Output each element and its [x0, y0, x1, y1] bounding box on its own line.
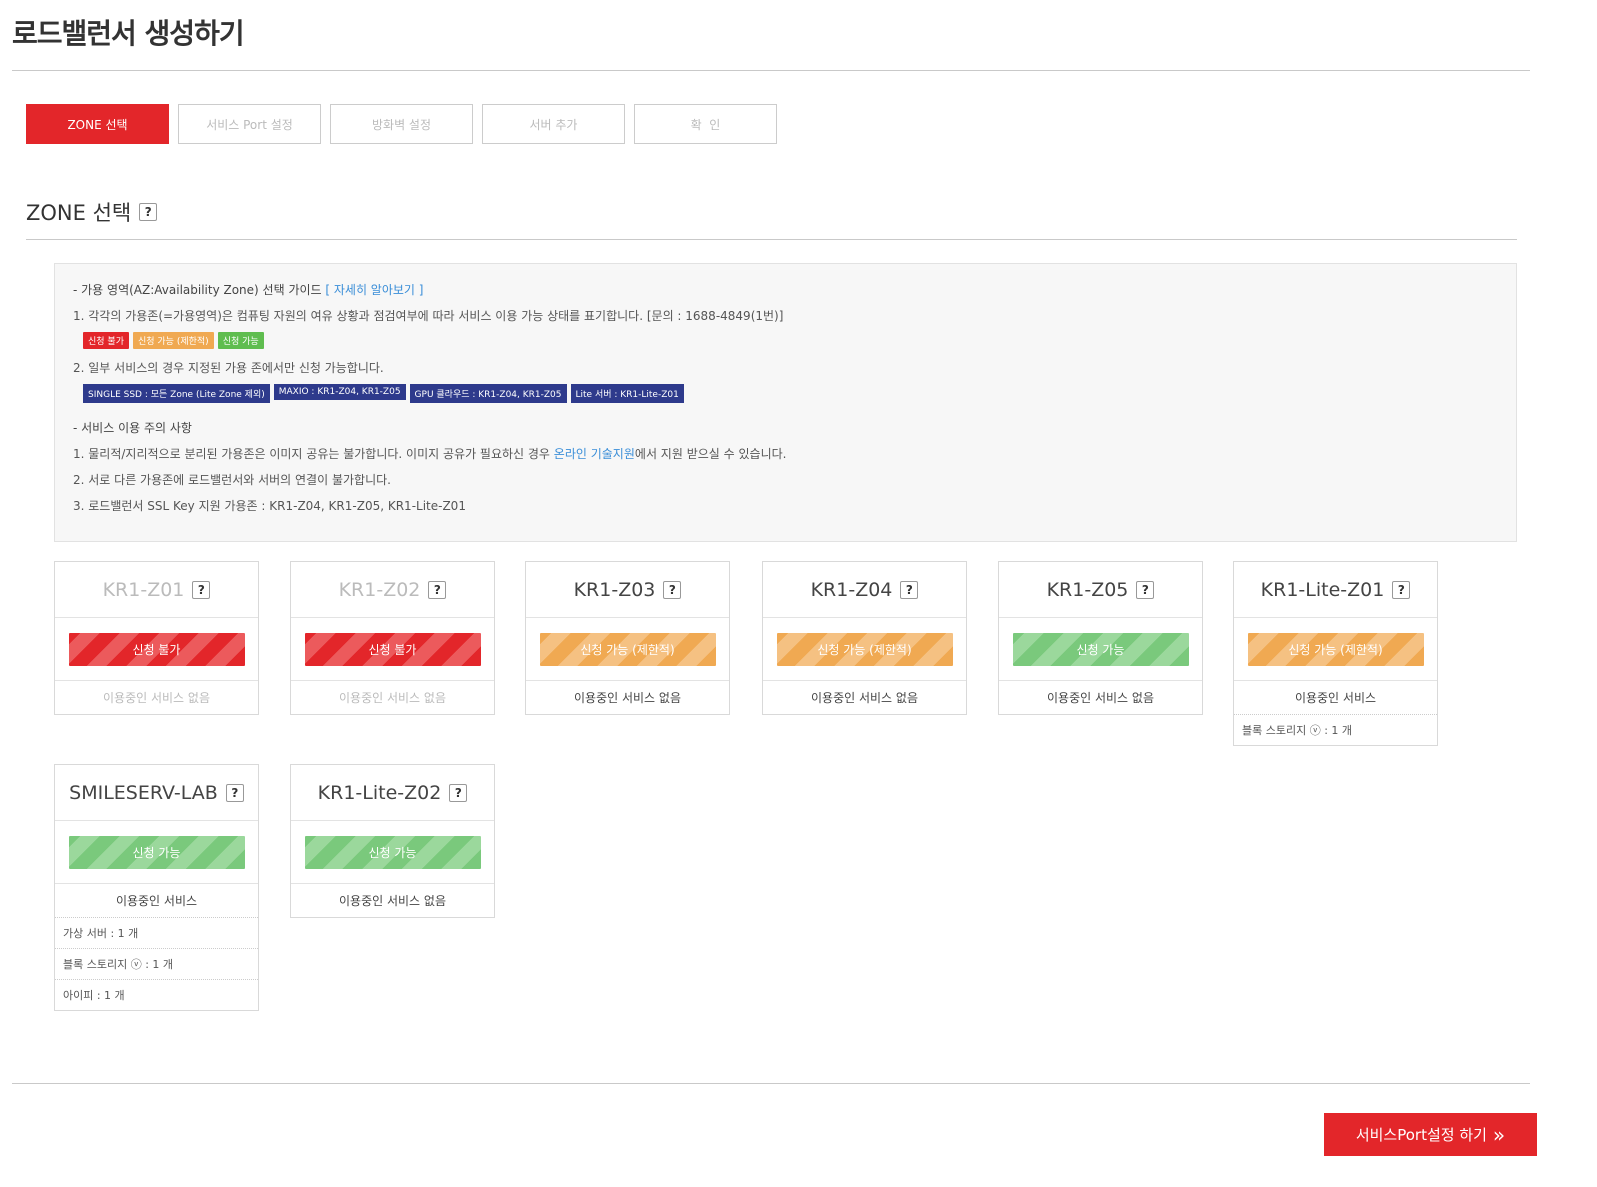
service-item: 블록 스토리지 ⓥ : 1 개: [55, 948, 258, 979]
zone-card-kr1-z01: KR1-Z01? 신청 불가 이용중인 서비스 없음: [54, 561, 259, 715]
caution-line-3: 3. 로드밸런서 SSL Key 지원 가용존 : KR1-Z04, KR1-Z…: [73, 499, 466, 513]
divider: [12, 70, 1530, 71]
tech-support-link[interactable]: 온라인 기술지원: [554, 447, 635, 461]
zone-card-kr1-lite-z02: KR1-Lite-Z02? 신청 가능 이용중인 서비스 없음: [290, 764, 495, 918]
caution-heading: - 서비스 이용 주의 사항: [73, 421, 192, 435]
legend-unavailable-badge: 신청 불가: [83, 332, 129, 349]
zone-status-button[interactable]: 신청 가능 (제한적): [776, 632, 953, 666]
zone-service-label: 이용중인 서비스: [1294, 691, 1377, 705]
zone-name: KR1-Z02: [338, 578, 421, 601]
caution-1-text: 1. 물리적/지리적으로 분리된 가용존은 이미지 공유는 불가합니다. 이미지…: [73, 447, 554, 461]
zone-card-kr1-z05: KR1-Z05? 신청 가능 이용중인 서비스 없음: [998, 561, 1203, 715]
next-service-port-button[interactable]: 서비스Port설정 하기 »: [1324, 1113, 1537, 1156]
zone-status-button[interactable]: 신청 가능: [1012, 632, 1189, 666]
caution-line-1: 1. 물리적/지리적으로 분리된 가용존은 이미지 공유는 불가합니다. 이미지…: [73, 444, 1498, 470]
learn-more-link[interactable]: [ 자세히 알아보기 ]: [325, 283, 423, 297]
zone-status-button[interactable]: 신청 불가: [68, 632, 245, 666]
zone-name: KR1-Z03: [573, 578, 656, 601]
zone-card-header: SMILESERV-LAB?: [55, 765, 258, 821]
zone-service-label: 이용중인 서비스 없음: [1047, 691, 1154, 705]
step-zone-select[interactable]: ZONE 선택: [26, 104, 169, 144]
zone-badge-lite: Lite 서버 : KR1-Lite-Z01: [570, 384, 684, 403]
step-firewall[interactable]: 방화벽 설정: [330, 104, 473, 144]
zone-badge-single-ssd: SINGLE SSD : 모든 Zone (Lite Zone 제외): [83, 384, 270, 403]
zone-name: KR1-Lite-Z02: [317, 781, 442, 804]
zone-name: KR1-Z05: [1046, 578, 1129, 601]
zone-service-label: 이용중인 서비스 없음: [339, 691, 446, 705]
help-icon[interactable]: ?: [139, 203, 158, 221]
zone-card-kr1-z02: KR1-Z02? 신청 불가 이용중인 서비스 없음: [290, 561, 495, 715]
zone-card-kr1-lite-z01: KR1-Lite-Z01? 신청 가능 (제한적) 이용중인 서비스 블록 스토…: [1233, 561, 1438, 746]
help-icon[interactable]: ?: [663, 580, 682, 599]
status-legend: 신청 불가 신청 가능 (제한적) 신청 가능: [83, 332, 1498, 358]
zone-card-header: KR1-Lite-Z01?: [1234, 562, 1437, 618]
legend-limited-badge: 신청 가능 (제한적): [132, 332, 214, 349]
zone-service-badges: SINGLE SSD : 모든 Zone (Lite Zone 제외) MAXI…: [83, 384, 1498, 418]
service-item: 블록 스토리지 ⓥ : 1 개: [1234, 714, 1437, 745]
zone-name: KR1-Z04: [810, 578, 893, 601]
zone-card-header: KR1-Z01?: [55, 562, 258, 618]
zone-card-smileserv-lab: SMILESERV-LAB? 신청 가능 이용중인 서비스 가상 서버 : 1 …: [54, 764, 259, 1011]
zone-status-button[interactable]: 신청 가능: [304, 835, 481, 869]
zone-name: SMILESERV-LAB: [69, 781, 218, 804]
zone-service-label: 이용중인 서비스 없음: [574, 691, 681, 705]
section-title: ZONE 선택 ?: [26, 197, 158, 227]
zone-card-header: KR1-Z02?: [291, 562, 494, 618]
zone-status-button[interactable]: 신청 가능 (제한적): [539, 632, 716, 666]
zone-guide-box: - 가용 영역(AZ:Availability Zone) 선택 가이드 [ 자…: [54, 263, 1517, 542]
caution-line-2: 2. 서로 다른 가용존에 로드밸런서와 서버의 연결이 불가합니다.: [73, 473, 391, 487]
double-chevron-right-icon: »: [1492, 1122, 1506, 1147]
help-icon[interactable]: ?: [449, 783, 468, 802]
next-button-label: 서비스Port설정 하기: [1355, 1126, 1487, 1144]
zone-status-button[interactable]: 신청 가능: [68, 835, 245, 869]
zone-card-header: KR1-Z05?: [999, 562, 1202, 618]
zone-service-label: 이용중인 서비스 없음: [811, 691, 918, 705]
zone-badge-gpu: GPU 클라우드 : KR1-Z04, KR1-Z05: [409, 384, 567, 403]
zone-card-header: KR1-Lite-Z02?: [291, 765, 494, 821]
zone-badge-maxio: MAXIO : KR1-Z04, KR1-Z05: [273, 384, 406, 400]
zone-status-button[interactable]: 신청 가능 (제한적): [1247, 632, 1424, 666]
zone-card-kr1-z03: KR1-Z03? 신청 가능 (제한적) 이용중인 서비스 없음: [525, 561, 730, 715]
help-icon[interactable]: ?: [900, 580, 919, 599]
guide-line-2: 2. 일부 서비스의 경우 지정된 가용 존에서만 신청 가능합니다.: [73, 361, 384, 375]
zone-name: KR1-Lite-Z01: [1260, 578, 1385, 601]
help-icon[interactable]: ?: [192, 580, 211, 599]
legend-available-badge: 신청 가능: [217, 332, 264, 349]
caution-1-suffix: 에서 지원 받으실 수 있습니다.: [634, 447, 787, 461]
help-icon[interactable]: ?: [1392, 580, 1411, 599]
step-confirm[interactable]: 확 인: [634, 104, 777, 144]
footer-divider: [12, 1083, 1530, 1084]
page-title: 로드밸런서 생성하기: [12, 17, 245, 50]
guide-line-1: 1. 각각의 가용존(=가용영역)은 컴퓨팅 자원의 여유 상황과 점검여부에 …: [73, 309, 784, 323]
guide-heading-text: - 가용 영역(AZ:Availability Zone) 선택 가이드: [73, 283, 326, 297]
guide-heading: - 가용 영역(AZ:Availability Zone) 선택 가이드 [ 자…: [73, 280, 1498, 306]
zone-service-label: 이용중인 서비스 없음: [103, 691, 210, 705]
help-icon[interactable]: ?: [428, 580, 447, 599]
help-icon[interactable]: ?: [225, 783, 244, 802]
zone-service-label: 이용중인 서비스 없음: [339, 894, 446, 908]
zone-status-button[interactable]: 신청 불가: [304, 632, 481, 666]
step-service-port[interactable]: 서비스 Port 설정: [178, 104, 321, 144]
zone-card-header: KR1-Z04?: [763, 562, 966, 618]
service-item: 가상 서버 : 1 개: [55, 917, 258, 948]
service-item: 아이피 : 1 개: [55, 979, 258, 1010]
zone-name: KR1-Z01: [102, 578, 185, 601]
help-icon[interactable]: ?: [1136, 580, 1155, 599]
section-title-text: ZONE 선택: [26, 201, 132, 225]
step-add-server[interactable]: 서버 추가: [482, 104, 625, 144]
section-divider: [26, 239, 1517, 240]
step-tabs: ZONE 선택 서비스 Port 설정 방화벽 설정 서버 추가 확 인: [26, 104, 777, 144]
zone-card-header: KR1-Z03?: [526, 562, 729, 618]
zone-service-label: 이용중인 서비스: [115, 894, 198, 908]
zone-card-kr1-z04: KR1-Z04? 신청 가능 (제한적) 이용중인 서비스 없음: [762, 561, 967, 715]
